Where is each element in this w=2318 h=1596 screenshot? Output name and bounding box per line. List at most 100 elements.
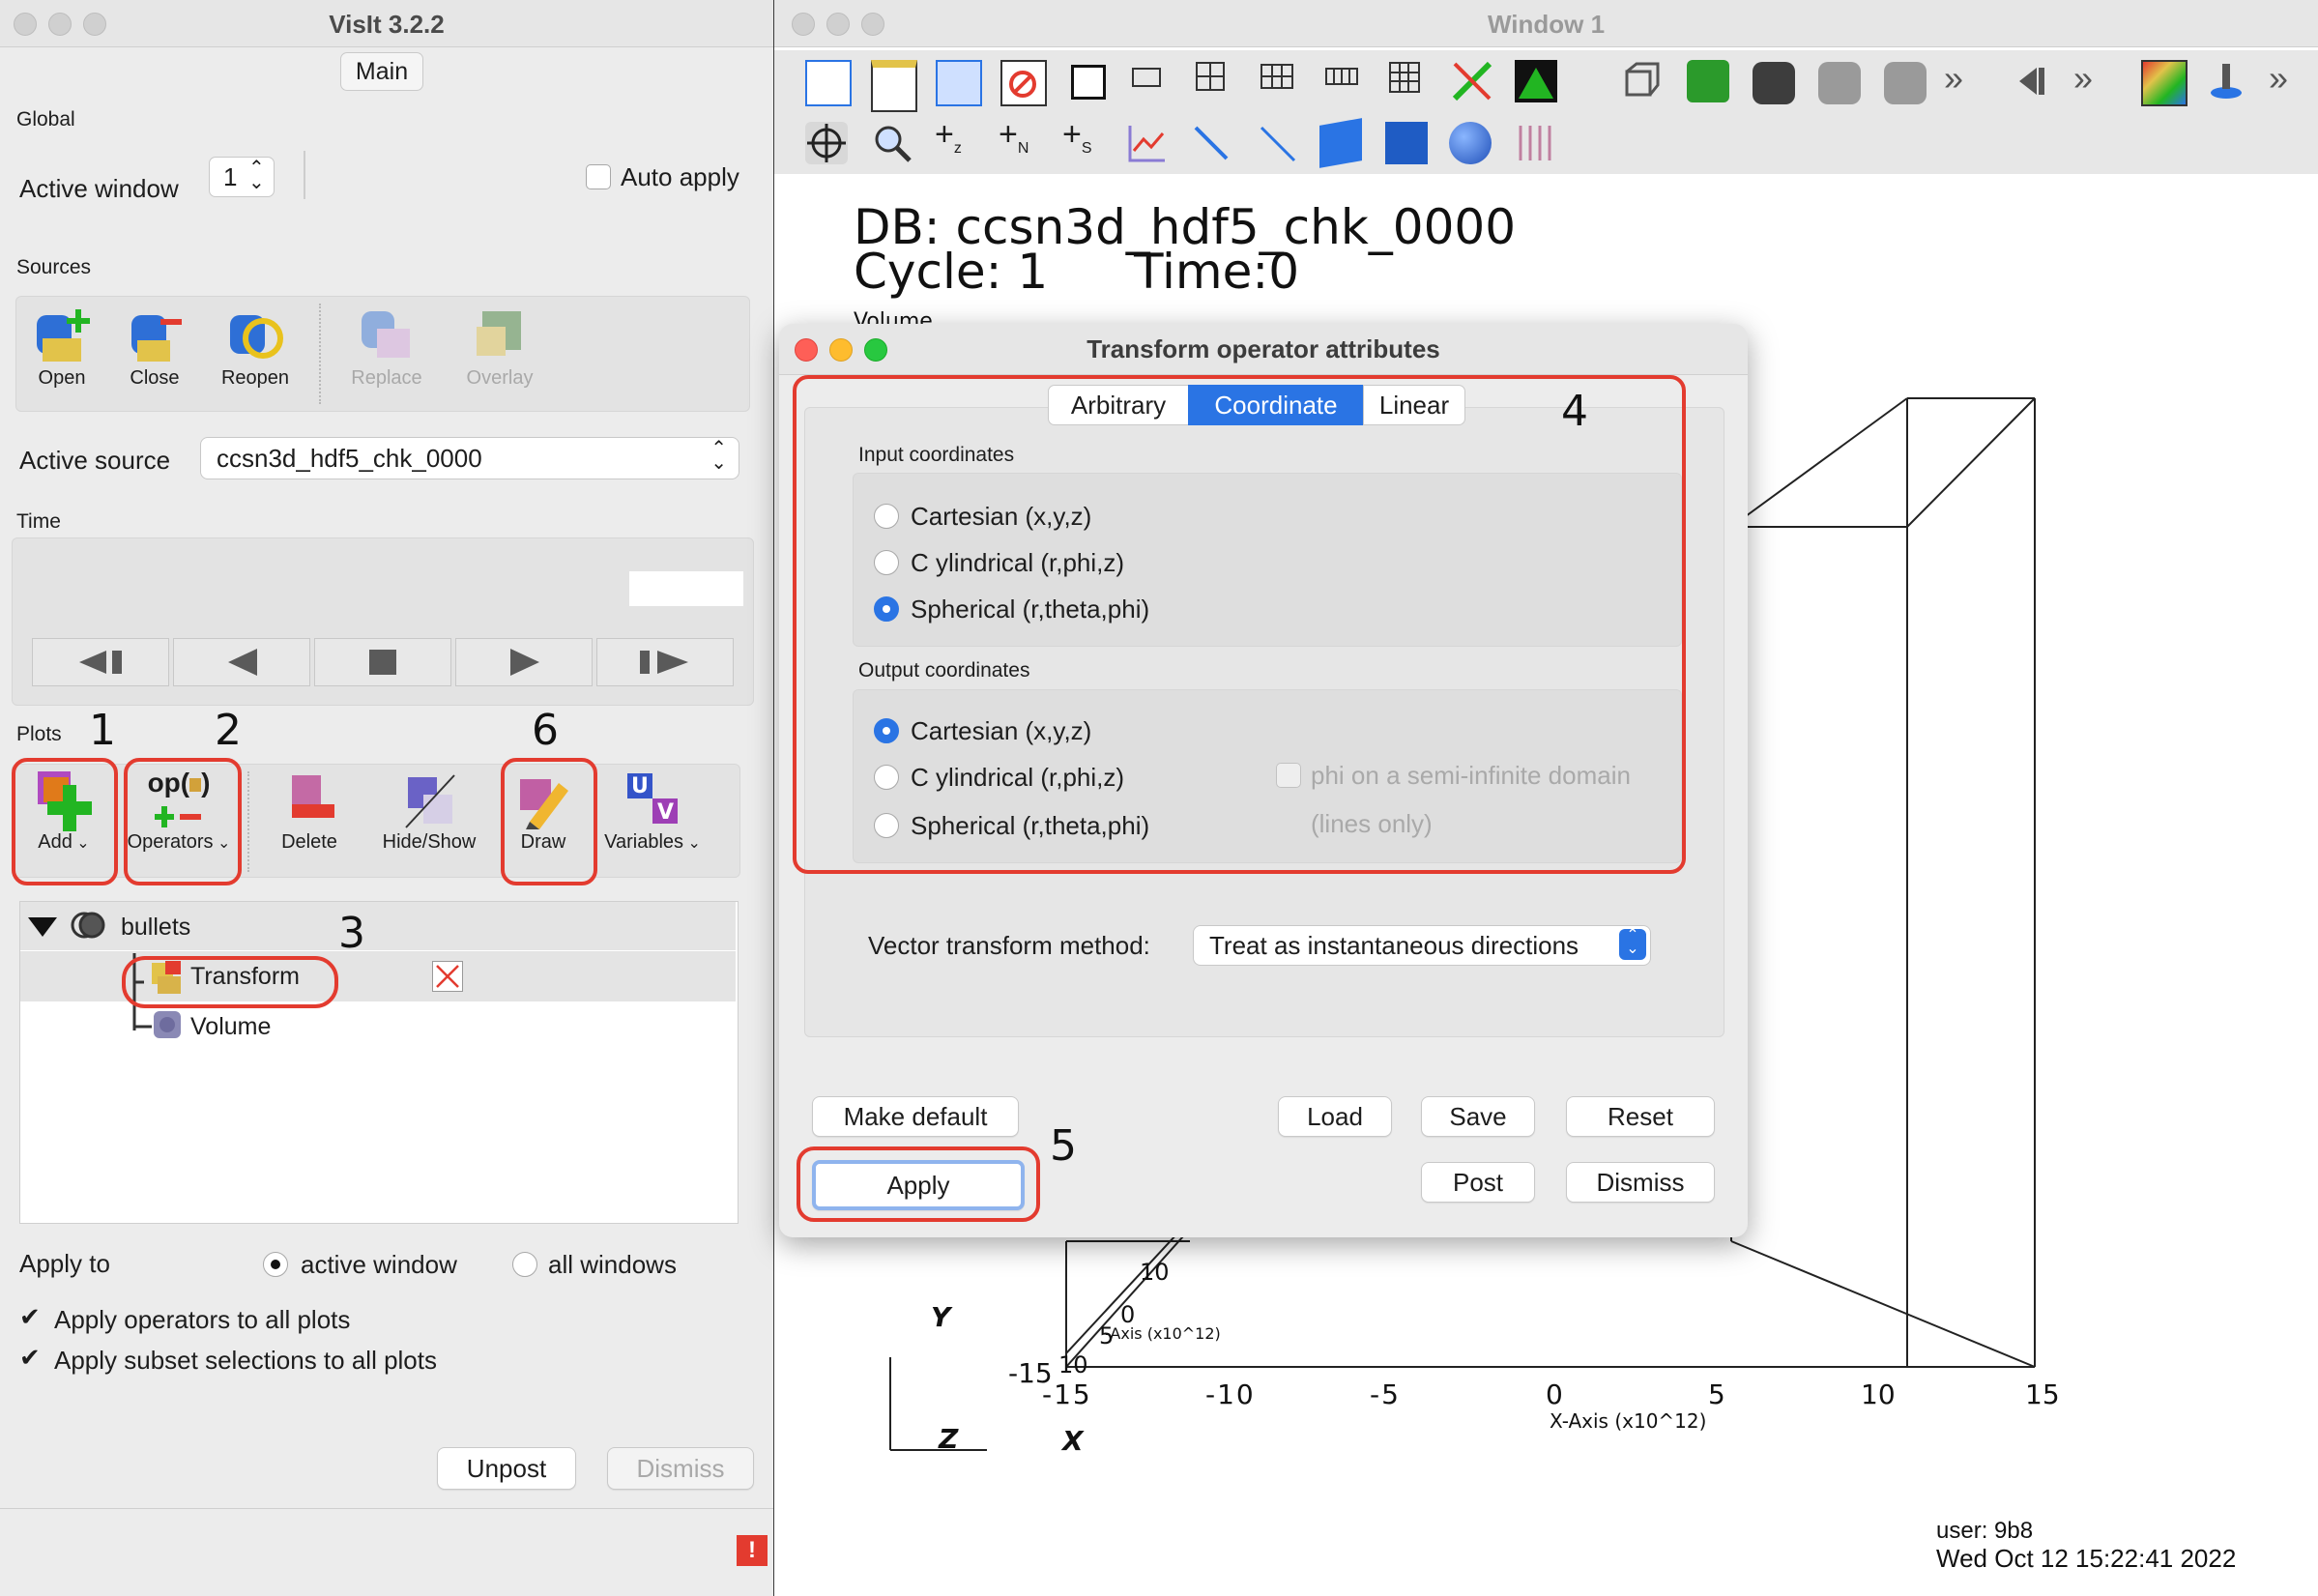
- plot-list-root-label: bullets: [121, 914, 191, 941]
- plot-list-item-volume[interactable]: Volume: [20, 1001, 736, 1048]
- tab-main[interactable]: Main: [340, 52, 423, 91]
- close-button-label: Close: [130, 367, 180, 389]
- volume-plot-icon: [154, 1011, 181, 1038]
- post-button[interactable]: Post: [1421, 1162, 1535, 1203]
- divider: [0, 1508, 773, 1509]
- apply-operators-label: Apply operators to all plots: [54, 1305, 351, 1334]
- y-neg-tick-label: -15: [1008, 1357, 1053, 1389]
- play-button[interactable]: [455, 638, 593, 686]
- reopen-database-icon: [230, 315, 283, 359]
- apply-subset-checkbox[interactable]: ✔: [19, 1343, 41, 1373]
- vector-transform-value: Treat as instantaneous directions: [1209, 931, 1579, 960]
- dialog-titlebar: Transform operator attributes: [779, 324, 1748, 375]
- make-default-button[interactable]: Make default: [812, 1096, 1019, 1137]
- window-separator: [773, 0, 774, 1596]
- time-section-label: Time: [16, 510, 61, 533]
- annotation-number: 2: [215, 706, 242, 755]
- active-source-label: Active source: [19, 446, 171, 475]
- stop-icon: [369, 650, 396, 675]
- y-axis-label: Y: [931, 1301, 951, 1333]
- global-section-label: Global: [16, 108, 75, 131]
- all-windows-option-label: all windows: [548, 1250, 677, 1279]
- overlay-button[interactable]: Overlay: [454, 305, 545, 390]
- x-tick-label: 0: [1546, 1378, 1563, 1410]
- variables-label: Variables: [604, 831, 684, 853]
- hide-show-label: Hide/Show: [382, 831, 477, 853]
- divider: [319, 304, 323, 404]
- warning-icon[interactable]: !: [737, 1535, 768, 1566]
- load-button[interactable]: Load: [1278, 1096, 1392, 1137]
- annotation-box-draw: [501, 758, 597, 885]
- apply-to-label: Apply to: [19, 1249, 110, 1278]
- main-titlebar: VisIt 3.2.2: [0, 0, 773, 47]
- annotation-number: 3: [338, 909, 365, 958]
- x-tick-label: -10: [1205, 1378, 1256, 1410]
- y-tick-label: 10: [1058, 1351, 1088, 1378]
- replace-button[interactable]: Replace: [343, 305, 430, 390]
- x-tick-label: 5: [1708, 1378, 1725, 1410]
- annotation-number: 5: [1050, 1121, 1077, 1171]
- main-window-title: VisIt 3.2.2: [329, 10, 445, 39]
- open-button[interactable]: Open: [23, 305, 101, 390]
- annotation-box-coordinates: [793, 375, 1686, 874]
- y-tick-label: 10: [1140, 1259, 1170, 1286]
- play-icon: [510, 649, 539, 676]
- annotation-box-add: [12, 758, 118, 885]
- reset-button[interactable]: Reset: [1566, 1096, 1715, 1137]
- vector-transform-label: Vector transform method:: [868, 931, 1150, 960]
- y-tick-label: 5: [1099, 1322, 1115, 1349]
- apply-operators-checkbox[interactable]: ✔: [19, 1302, 41, 1332]
- save-button[interactable]: Save: [1421, 1096, 1535, 1137]
- annotation-number: 4: [1561, 387, 1588, 436]
- vector-transform-dropdown[interactable]: Treat as instantaneous directions ⌃ ⌄: [1193, 925, 1651, 966]
- close-button[interactable]: Close: [116, 305, 193, 390]
- annotation-box-apply: [797, 1146, 1040, 1222]
- reopen-button[interactable]: Reopen: [213, 305, 298, 390]
- annotation-number: 1: [89, 706, 116, 755]
- delete-plot-icon: [292, 775, 334, 818]
- remove-operator-button[interactable]: [432, 961, 463, 992]
- skip-forward-icon: [640, 651, 688, 674]
- next-frame-button[interactable]: [596, 638, 734, 686]
- divider: [304, 151, 305, 199]
- unpost-button[interactable]: Unpost: [437, 1447, 576, 1490]
- overlay-database-icon: [477, 311, 521, 356]
- active-window-spinbox[interactable]: 1 ⌃ ⌄: [209, 157, 275, 197]
- stepper-arrows-icon[interactable]: ⌃ ⌄: [248, 159, 265, 192]
- red-x-icon: [436, 965, 459, 988]
- variables-icon: UV: [627, 773, 678, 825]
- all-windows-radio[interactable]: [512, 1252, 537, 1277]
- variables-button[interactable]: UV Variables ⌄: [599, 769, 706, 854]
- active-window-value: 1: [223, 162, 238, 191]
- divider: [247, 771, 249, 872]
- replace-database-icon: [362, 311, 410, 358]
- time-value-field[interactable]: [629, 571, 743, 606]
- auto-apply-checkbox[interactable]: [586, 164, 611, 189]
- overlay-button-label: Overlay: [466, 367, 534, 389]
- main-dismiss-button[interactable]: Dismiss: [607, 1447, 754, 1490]
- close-database-icon: [131, 315, 182, 362]
- reverse-play-button[interactable]: [173, 638, 310, 686]
- database-rings-icon: [71, 912, 105, 939]
- x-tick-label: 15: [2025, 1378, 2060, 1410]
- plots-section-label: Plots: [16, 723, 62, 745]
- stop-button[interactable]: [314, 638, 451, 686]
- delete-plot-button[interactable]: Delete: [261, 769, 358, 854]
- plot-list-item-bullets[interactable]: bullets: [20, 902, 736, 950]
- previous-frame-button[interactable]: [32, 638, 169, 686]
- annotation-box-transform: [122, 956, 338, 1008]
- x-tick-label: -5: [1370, 1378, 1401, 1410]
- sources-section-label: Sources: [16, 256, 92, 278]
- active-window-label: Active window: [19, 174, 179, 203]
- auto-apply-label: Auto apply: [621, 162, 739, 191]
- play-reverse-icon: [228, 649, 257, 676]
- delete-plot-label: Delete: [281, 831, 337, 853]
- annotation-number: 6: [532, 706, 559, 755]
- active-source-dropdown[interactable]: ccsn3d_hdf5_chk_0000 ⌃ ⌄: [200, 437, 739, 479]
- svg-text:U: U: [631, 774, 649, 798]
- dialog-title: Transform operator attributes: [1087, 334, 1440, 363]
- hide-show-button[interactable]: Hide/Show: [371, 769, 487, 854]
- dialog-dismiss-button[interactable]: Dismiss: [1566, 1162, 1715, 1203]
- replace-button-label: Replace: [351, 367, 422, 389]
- active-window-radio[interactable]: [263, 1252, 288, 1277]
